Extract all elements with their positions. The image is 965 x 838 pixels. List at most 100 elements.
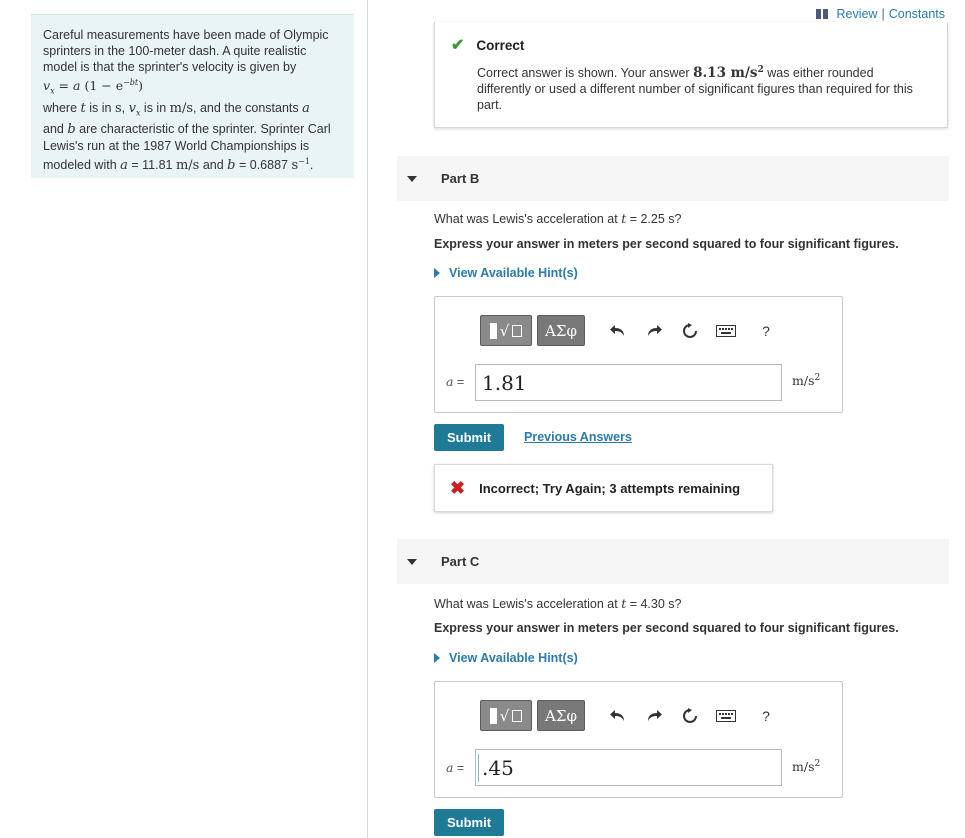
part-a-correct-panel: ✔ Correct Correct answer is shown. Your … [434, 22, 948, 128]
question-text: = 2.25 s? [626, 212, 682, 226]
part-b-feedback-panel: ✖ Incorrect; Try Again; 3 attempts remai… [434, 464, 773, 512]
msg-text: part. [477, 98, 503, 113]
column-divider [367, 0, 368, 838]
radical-icon: √ [499, 321, 510, 340]
template-square-icon [512, 709, 523, 722]
var-a: a [302, 100, 310, 116]
question-text: What was Lewis's acceleration at [434, 212, 622, 226]
equals-sign: = [453, 761, 465, 775]
unit-text: m/s [792, 759, 815, 775]
problem-text: are characteristic of the sprinter. Spri… [75, 122, 331, 137]
previous-answers-link[interactable]: Previous Answers [524, 430, 632, 444]
constants-link[interactable]: Constants [889, 7, 945, 21]
part-c-answer-box: √ ΑΣφ ? a = .45 m/s2 [434, 681, 843, 798]
reset-icon[interactable] [679, 320, 701, 342]
math-toolbar: √ ΑΣφ ? [480, 700, 777, 731]
var-b: b [67, 122, 76, 138]
msg-text: Correct answer is shown. Your answer [477, 66, 694, 81]
expand-triangle-icon [434, 268, 440, 278]
problem-line: where t is in s, vx is in m/s, and the c… [43, 100, 344, 122]
problem-text: . [309, 158, 314, 173]
part-b-instruction: Express your answer in meters per second… [434, 237, 899, 251]
undo-icon[interactable] [607, 705, 629, 727]
problem-text: model is that the sprinter's velocity is… [43, 60, 297, 74]
part-c-header[interactable]: Part C [397, 539, 949, 584]
templates-button[interactable]: √ [480, 315, 532, 346]
unit-exp: −1 [298, 157, 310, 167]
feedback-text: Incorrect; Try Again; 3 attempts remaini… [479, 480, 741, 496]
redo-icon[interactable] [643, 320, 665, 342]
problem-line: modeled with a = 11.81 m/s and b = 0.688… [43, 154, 344, 174]
problem-statement: Careful measurements have been made of O… [31, 14, 354, 178]
answer-unit: m/s2 [792, 759, 820, 774]
part-b-label: Part B [441, 171, 480, 186]
question-text: What was Lewis's acceleration at [434, 597, 622, 611]
greek-symbols-button[interactable]: ΑΣφ [537, 700, 585, 731]
part-c-submit-button[interactable]: Submit [434, 809, 504, 836]
link-separator: | [881, 7, 885, 21]
problem-line: sprinters in the 100-meter dash. A quite… [43, 43, 344, 59]
part-b-question: What was Lewis's acceleration at t = 2.2… [434, 211, 681, 226]
problem-text: where [43, 100, 81, 115]
correct-message: Correct answer is shown. Your answer 8.1… [477, 62, 937, 113]
problem-line: Careful measurements have been made of O… [43, 27, 344, 43]
equals-sign: = [453, 375, 465, 389]
problem-text: is in [85, 100, 115, 115]
redo-icon[interactable] [643, 705, 665, 727]
velocity-formula: vx = a (1 − e−bt) [43, 75, 344, 100]
problem-text: Lewis's run at the 1987 World Championsh… [43, 139, 310, 154]
problem-text: and [199, 158, 228, 173]
text-caret [478, 754, 479, 782]
problem-text: = 11.81 [127, 158, 176, 173]
formula-v: v [43, 78, 51, 94]
part-b-answer-box: √ ΑΣφ ? a = 1.81 m/s2 [434, 296, 843, 413]
answer-input[interactable]: 1.81 [475, 364, 782, 401]
answer-variable-label: a = [446, 760, 464, 775]
unit-exp: 2 [814, 373, 821, 383]
var-b: b [227, 158, 236, 174]
greek-symbols-button[interactable]: ΑΣφ [537, 315, 585, 346]
hint-label: View Available Hint(s) [449, 266, 578, 280]
help-icon[interactable]: ? [755, 705, 777, 727]
problem-line: and b are characteristic of the sprinter… [43, 121, 344, 138]
part-b-submit-button[interactable]: Submit [434, 424, 504, 451]
msg-text: differently or used a different number o… [477, 82, 913, 97]
math-toolbar: √ ΑΣφ ? [480, 315, 777, 346]
unit-text: m/s [792, 373, 815, 389]
problem-line: Lewis's run at the 1987 World Championsh… [43, 138, 344, 154]
top-links: Review | Constants [816, 7, 945, 21]
answer-value: 1.81 [482, 370, 527, 395]
unit-exp: 2 [814, 759, 821, 769]
collapse-triangle-icon[interactable] [407, 175, 417, 182]
review-link[interactable]: Review [836, 7, 877, 21]
part-c-label: Part C [441, 554, 480, 569]
reset-icon[interactable] [679, 705, 701, 727]
problem-text: modeled with [43, 158, 121, 173]
collapse-triangle-icon[interactable] [407, 558, 417, 565]
part-b-header[interactable]: Part B [397, 156, 949, 201]
answer-input[interactable]: .45 [475, 749, 782, 786]
part-c-hints-link[interactable]: View Available Hint(s) [434, 651, 578, 665]
part-b-hints-link[interactable]: View Available Hint(s) [434, 266, 578, 280]
problem-text: = 0.6887 [235, 158, 292, 173]
undo-icon[interactable] [607, 320, 629, 342]
unit-ms: m/s [175, 158, 200, 174]
formula-paren: (1 − e [84, 78, 124, 94]
var-a: a [120, 158, 128, 174]
formula-close: ) [138, 78, 144, 94]
problem-line: model is that the sprinter's velocity is… [43, 59, 344, 75]
problem-text: Careful measurements have been made of O… [43, 28, 329, 42]
expand-triangle-icon [434, 653, 440, 663]
unit-s: s [114, 100, 122, 116]
part-c-question: What was Lewis's acceleration at t = 4.3… [434, 596, 681, 611]
template-block-icon [489, 707, 497, 724]
help-icon[interactable]: ? [755, 320, 777, 342]
checkmark-icon: ✔ [451, 37, 465, 54]
keyboard-icon[interactable] [715, 320, 737, 342]
incorrect-x-icon: ✖ [450, 477, 466, 498]
templates-button[interactable]: √ [480, 700, 532, 731]
answer-value: .45 [482, 755, 514, 780]
var-vx: v [128, 100, 136, 116]
template-block-icon [489, 322, 497, 339]
keyboard-icon[interactable] [715, 705, 737, 727]
